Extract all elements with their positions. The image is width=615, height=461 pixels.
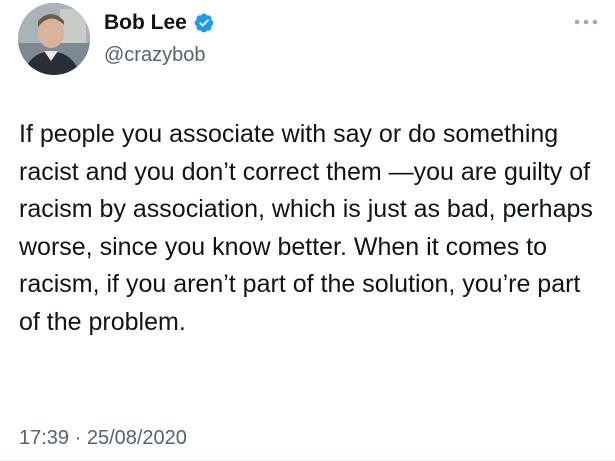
author-handle[interactable]: @crazybob xyxy=(104,42,205,68)
author-name-row[interactable]: Bob Lee xyxy=(104,10,215,36)
verified-badge-icon xyxy=(193,12,215,34)
more-horizontal-icon xyxy=(574,19,598,25)
avatar-image xyxy=(18,3,90,75)
tweet-card: Bob Lee @crazybob If people you associat… xyxy=(0,0,615,461)
more-options-button[interactable] xyxy=(571,12,601,32)
author-display-name[interactable]: Bob Lee xyxy=(104,10,187,36)
tweet-timestamp[interactable]: 17:39 · 25/08/2020 xyxy=(19,425,187,451)
avatar[interactable] xyxy=(18,3,90,75)
tweet-text: If people you associate with say or do s… xyxy=(19,120,593,336)
